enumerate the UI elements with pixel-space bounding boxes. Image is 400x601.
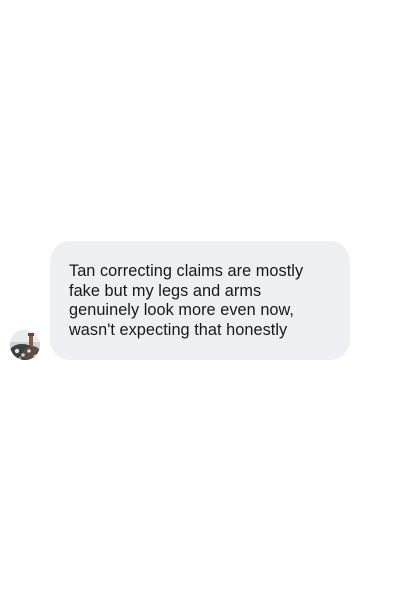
chat-thread: Tan correcting claims are mostly fake bu…	[0, 0, 400, 601]
sender-avatar[interactable]	[10, 330, 40, 360]
incoming-message-row: Tan correcting claims are mostly fake bu…	[10, 241, 350, 360]
user-avatar-photo-icon	[10, 330, 40, 360]
message-text: Tan correcting claims are mostly fake bu…	[69, 262, 304, 339]
message-bubble[interactable]: Tan correcting claims are mostly fake bu…	[50, 241, 350, 360]
